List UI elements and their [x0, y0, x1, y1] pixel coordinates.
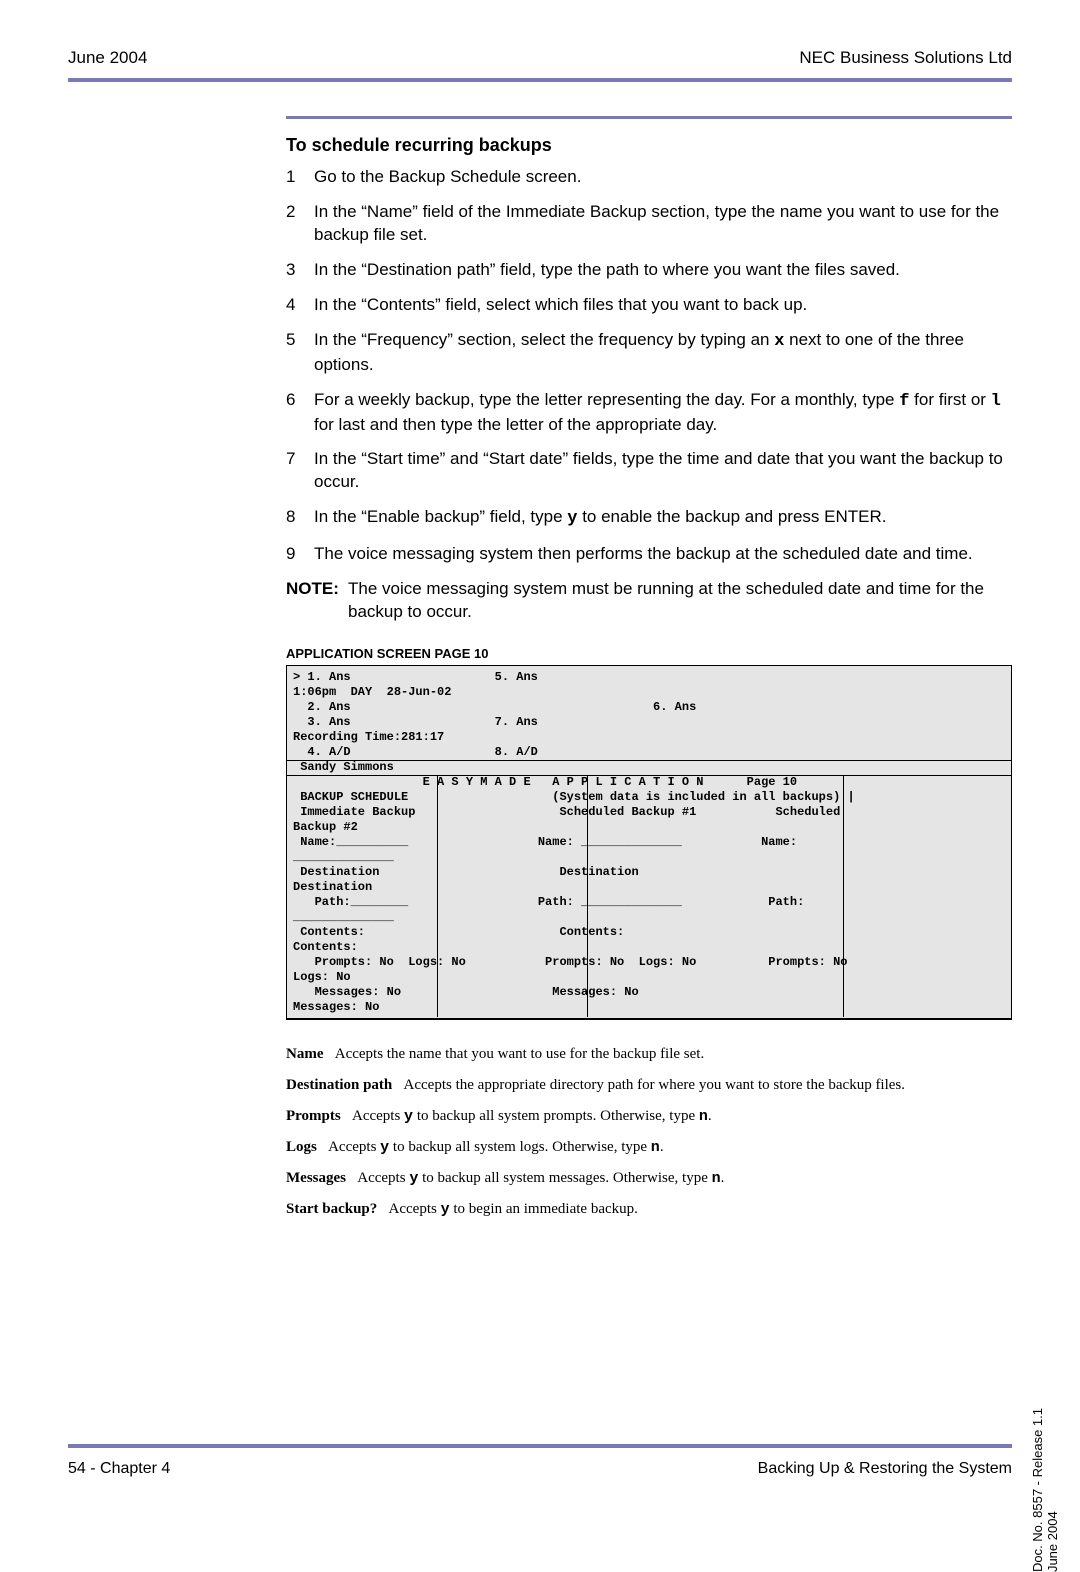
application-screen: > 1. Ans 5. Ans 1:06pm DAY 28-Jun-02 2. …: [286, 665, 1012, 1020]
field-logs: Logs Accepts y to backup all system logs…: [286, 1137, 1012, 1158]
screen-bottom-rule: [287, 1018, 1011, 1019]
screen-vline-2: [587, 776, 588, 1017]
field-definitions: Name Accepts the name that you want to u…: [286, 1044, 1012, 1220]
steps-list: Go to the Backup Schedule screen. In the…: [286, 166, 1012, 566]
footer-left: 54 - Chapter 4: [68, 1460, 170, 1478]
header-right: NEC Business Solutions Ltd: [799, 48, 1012, 68]
step-7: In the “Start time” and “Start date” fie…: [286, 448, 1012, 494]
screen-inner-top-border: [287, 760, 1011, 776]
step-2: In the “Name” field of the Immediate Bac…: [286, 201, 1012, 247]
note-text: The voice messaging system must be runni…: [348, 578, 1012, 624]
section-heading: To schedule recurring backups: [286, 135, 1012, 156]
field-messages: Messages Accepts y to backup all system …: [286, 1168, 1012, 1189]
footer-right: Backing Up & Restoring the System: [758, 1460, 1012, 1478]
field-destpath: Destination path Accepts the appropriate…: [286, 1075, 1012, 1096]
screen-vline-3: [843, 776, 844, 1017]
screen-title: APPLICATION SCREEN PAGE 10: [286, 646, 1012, 661]
field-start: Start backup? Accepts y to begin an imme…: [286, 1199, 1012, 1220]
footer-rule: [68, 1444, 1012, 1448]
field-name: Name Accepts the name that you want to u…: [286, 1044, 1012, 1065]
step-4: In the “Contents” field, select which fi…: [286, 294, 1012, 317]
note-label: NOTE:: [286, 578, 348, 624]
screen-body: > 1. Ans 5. Ans 1:06pm DAY 28-Jun-02 2. …: [287, 666, 1011, 1019]
step-6: For a weekly backup, type the letter rep…: [286, 389, 1012, 437]
section-rule: [286, 116, 1012, 119]
step-1: Go to the Backup Schedule screen.: [286, 166, 1012, 189]
doc-meta-side: Doc. No. 8557 - Release 1.1 June 2004: [1030, 1408, 1060, 1572]
step-9: The voice messaging system then performs…: [286, 543, 1012, 566]
screen-vline-1: [437, 776, 438, 1017]
note: NOTE: The voice messaging system must be…: [286, 578, 1012, 624]
header-left: June 2004: [68, 48, 147, 68]
step-3: In the “Destination path” field, type th…: [286, 259, 1012, 282]
step-5: In the “Frequency” section, select the f…: [286, 329, 1012, 377]
header-rule: [68, 78, 1012, 82]
step-8: In the “Enable backup” field, type y to …: [286, 506, 1012, 531]
field-prompts: Prompts Accepts y to backup all system p…: [286, 1106, 1012, 1127]
